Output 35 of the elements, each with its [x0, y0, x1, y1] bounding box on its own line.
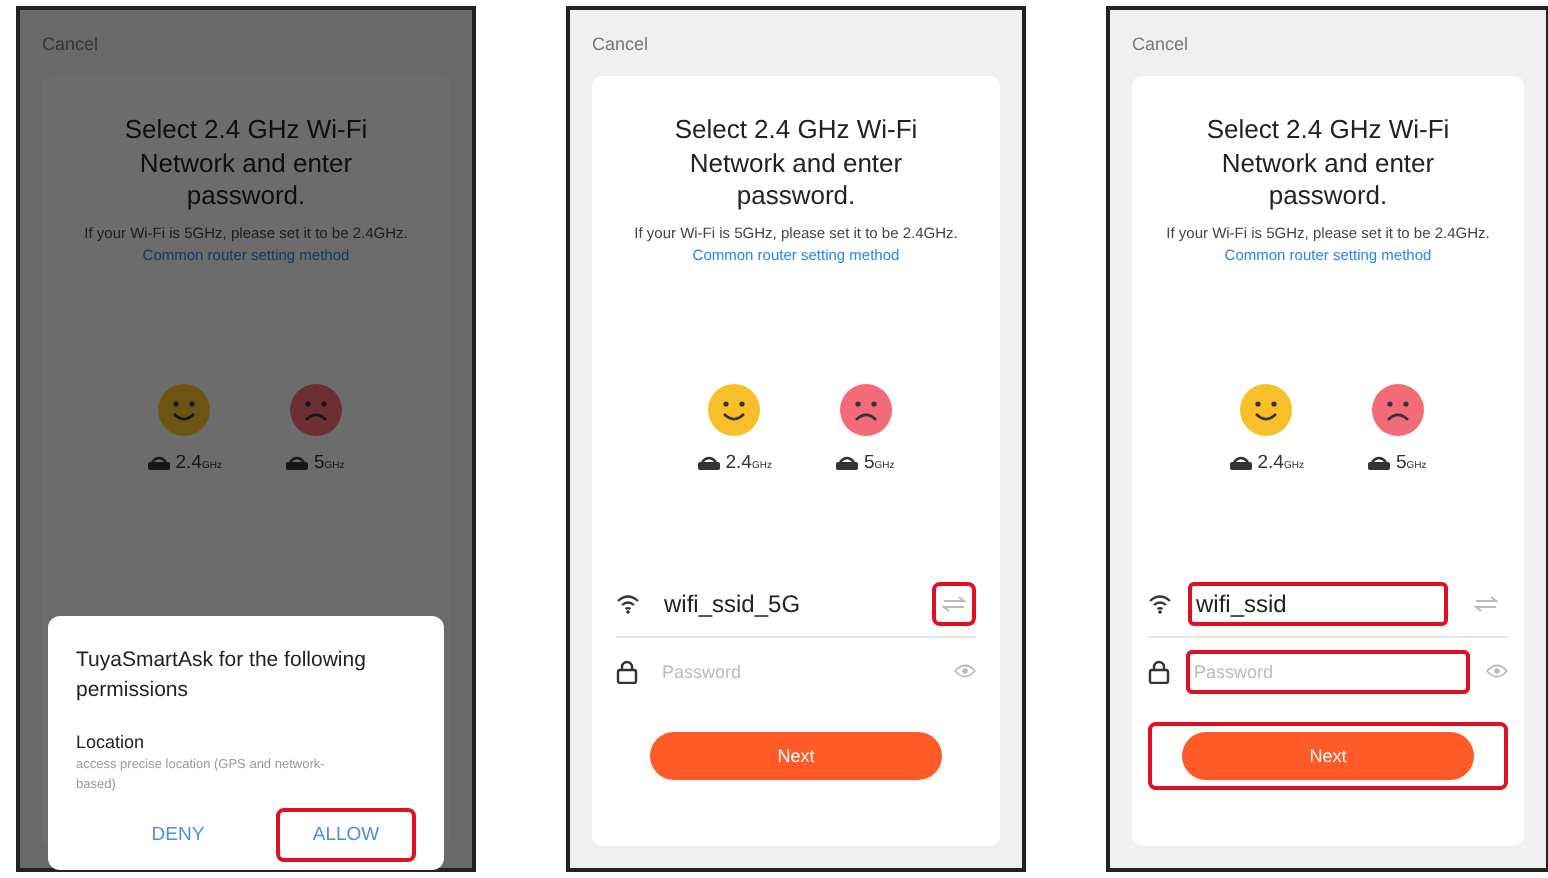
page-title: Select 2.4 GHz Wi-Fi Network and enter password. [672, 114, 920, 213]
eye-icon[interactable] [954, 664, 976, 678]
sad-face-icon [839, 383, 892, 435]
router-icon [697, 454, 720, 470]
lock-icon [616, 659, 638, 683]
smiley-face-icon [1240, 383, 1293, 435]
sad-face-icon [1371, 383, 1424, 435]
wifi-icon [616, 593, 640, 613]
page-title: Select 2.4 GHz Wi-Fi Network and enter password. [122, 114, 370, 213]
smiley-face-icon [158, 383, 211, 435]
page-title: Select 2.4 GHz Wi-Fi Network and enter password. [1204, 114, 1452, 213]
router-icon [285, 454, 308, 470]
smiley-face-icon [708, 383, 761, 435]
network-name-field[interactable]: wifi_ssid [1188, 581, 1448, 625]
permission-name: Location [76, 732, 147, 752]
router-icon [835, 454, 858, 470]
router-icon [1229, 454, 1252, 470]
password-field[interactable]: Password [1186, 649, 1470, 693]
network-name-field[interactable]: wifi_ssid_5G [656, 581, 916, 625]
router-icon [1367, 454, 1390, 470]
wifi-icon [1148, 593, 1172, 613]
dialog-button[interactable]: DENY [139, 820, 217, 850]
dialog-button[interactable]: ALLOW [300, 820, 392, 850]
swap-arrows-icon[interactable] [942, 595, 966, 611]
lock-icon [1148, 659, 1170, 683]
dialog-title: TuyaSmartAsk for the following permissions [76, 646, 368, 706]
next-button[interactable]: Next [650, 731, 942, 779]
cancel-link[interactable]: Cancel [1132, 34, 1189, 54]
sad-face-icon [289, 383, 342, 435]
swap-arrows-icon[interactable] [1474, 595, 1498, 611]
next-button[interactable]: Next [1182, 731, 1474, 779]
router-icon [147, 454, 170, 470]
eye-icon[interactable] [1486, 664, 1508, 678]
cancel-link[interactable]: Cancel [592, 34, 649, 54]
password-field[interactable]: Password [654, 649, 938, 693]
